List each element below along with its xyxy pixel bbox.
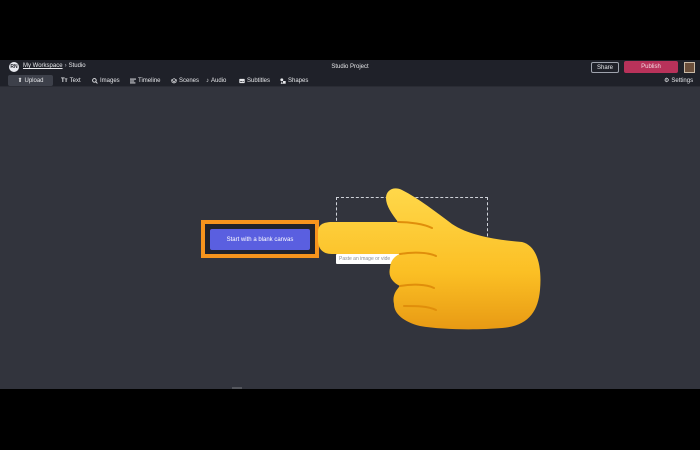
- pointing-hand-icon: [318, 188, 541, 330]
